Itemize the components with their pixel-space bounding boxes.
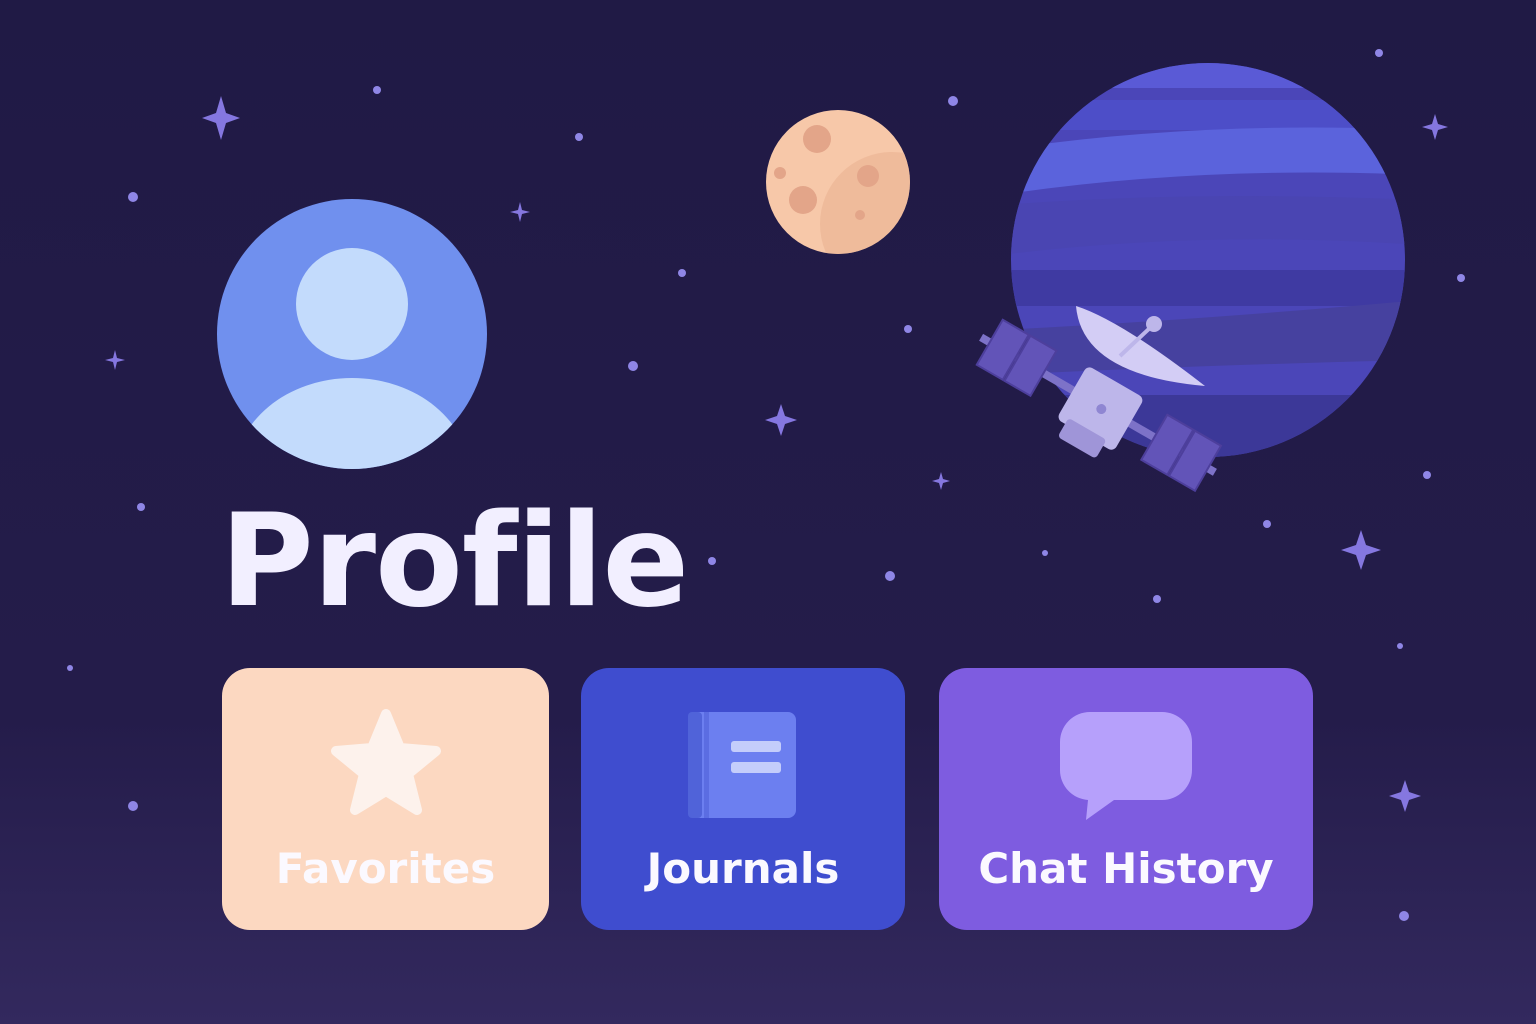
favorites-button[interactable]: Favorites [222,668,549,930]
avatar[interactable] [216,198,488,470]
journals-label: Journals [646,844,840,893]
star-icon [330,709,441,815]
planet-illustration [1011,63,1405,457]
moon-illustration [766,110,910,254]
favorites-label: Favorites [275,844,496,893]
chat-bubble-icon [1059,712,1192,820]
journals-button[interactable]: Journals [581,668,905,930]
book-icon [688,712,796,818]
page-title: Profile [220,487,689,636]
chat-history-button[interactable]: Chat History [939,668,1313,930]
chat-history-label: Chat History [978,844,1274,893]
